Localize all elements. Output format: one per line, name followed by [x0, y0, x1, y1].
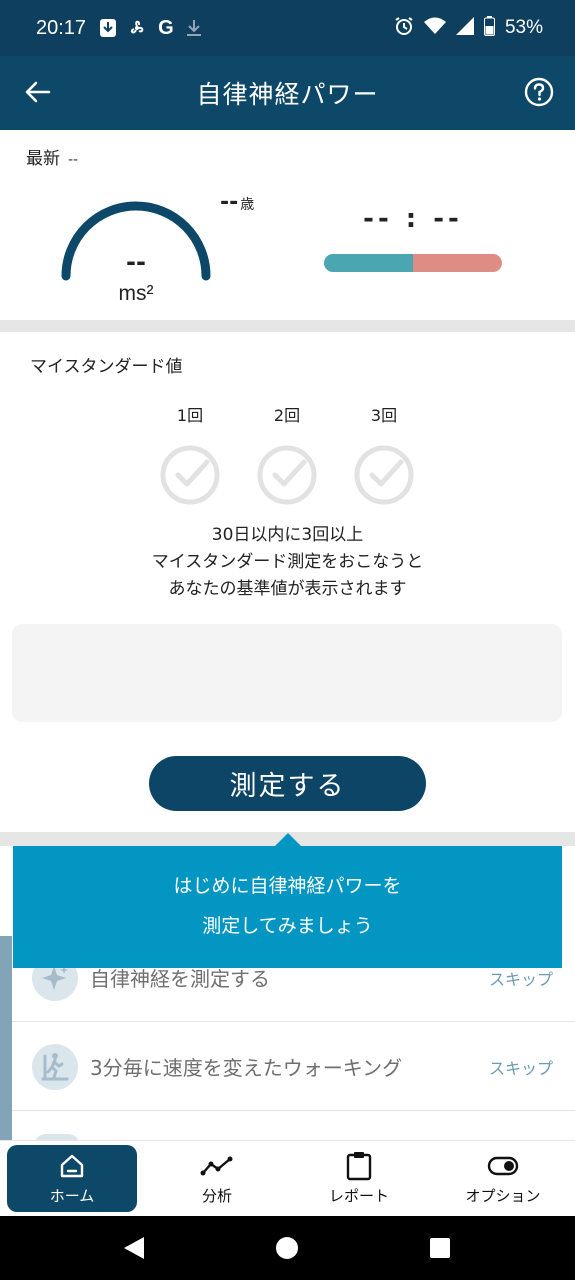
help-button[interactable]	[521, 74, 557, 110]
skip-link[interactable]: スキップ	[489, 966, 553, 990]
skip-link[interactable]: スキップ	[489, 1055, 553, 1079]
balance-text: -- : --	[363, 204, 463, 234]
page-title: 自律神経パワー	[196, 80, 379, 109]
age-value: --	[220, 190, 239, 215]
treadmill-icon	[32, 1043, 78, 1090]
power-value: --	[126, 248, 146, 276]
system-navigation-bar	[0, 1216, 575, 1280]
balance-bar	[324, 254, 502, 272]
info-line: 30日以内に3回以上	[211, 525, 364, 545]
analysis-icon	[200, 1151, 234, 1181]
nav-label: ホーム	[49, 1187, 95, 1205]
nav-options[interactable]: オプション	[438, 1145, 568, 1212]
circle-home-icon	[276, 1237, 298, 1259]
count-label: 2回	[273, 406, 301, 425]
arrow-left-icon	[25, 81, 51, 103]
nav-report[interactable]: レポート	[294, 1145, 424, 1212]
status-time: 20:17	[36, 16, 87, 39]
alarm-icon	[394, 16, 414, 41]
triangle-back-icon	[124, 1237, 144, 1259]
fan-icon	[128, 19, 146, 37]
tooltip-arrow	[274, 833, 302, 847]
latest-section: 最新 -- -- ms² -- 歳 -- : --	[0, 130, 575, 320]
task-list-accent	[0, 936, 12, 1142]
wifi-icon	[423, 17, 446, 40]
latest-date: --	[68, 152, 79, 168]
count-item-1: 1回	[150, 402, 230, 506]
nav-label: オプション	[465, 1187, 541, 1205]
nav-analysis[interactable]: 分析	[152, 1145, 282, 1212]
power-unit: ms²	[118, 282, 154, 305]
bottom-navigation: ホーム 分析 レポート オプション	[0, 1140, 575, 1216]
age-unit: 歳	[240, 197, 255, 213]
download-box-icon	[100, 19, 117, 37]
download-icon	[186, 19, 202, 37]
toggle-icon	[487, 1151, 519, 1181]
standard-value-box	[12, 624, 562, 722]
clipboard-icon	[346, 1151, 372, 1181]
google-icon: G	[158, 16, 174, 39]
latest-label: 最新 --	[26, 144, 78, 169]
count-label: 1回	[176, 406, 204, 425]
home-icon	[58, 1151, 86, 1181]
check-circle-icon	[257, 445, 317, 505]
system-recents-button[interactable]	[424, 1232, 456, 1264]
my-standard-info: 30日以内に3回以上 マイスタンダード測定をおこなうと あなたの基準値が表示され…	[0, 522, 575, 603]
count-item-3: 3回	[344, 402, 424, 506]
check-circle-icon	[160, 445, 220, 505]
check-circle-icon	[354, 445, 414, 505]
nav-home[interactable]: ホーム	[7, 1145, 137, 1212]
app-header: 自律神経パワー	[0, 56, 575, 130]
count-label: 3回	[370, 406, 398, 425]
battery-percent: 53%	[504, 17, 543, 38]
info-line: マイスタンダード測定をおこなうと	[151, 552, 424, 572]
section-divider	[0, 320, 575, 332]
tooltip-line: はじめに自律神経パワーを	[173, 875, 402, 897]
tooltip-line: 測定してみましょう	[202, 915, 373, 937]
system-home-button[interactable]	[271, 1232, 303, 1264]
age-display: -- 歳	[220, 190, 254, 215]
task-item-walking[interactable]: 3分毎に速度を変えたウォーキング スキップ	[12, 1023, 575, 1111]
nav-label: 分析	[201, 1187, 232, 1205]
onboarding-tooltip[interactable]: はじめに自律神経パワーを 測定してみましょう	[13, 846, 562, 968]
nav-label: レポート	[328, 1187, 389, 1205]
question-circle-icon	[524, 77, 554, 107]
info-line: あなたの基準値が表示されます	[168, 579, 407, 599]
measure-button[interactable]: 測定する	[149, 756, 426, 811]
signal-icon	[455, 16, 474, 40]
back-button[interactable]	[20, 74, 56, 110]
system-back-button[interactable]	[118, 1232, 150, 1264]
balance-bar-right	[413, 254, 502, 272]
balance-bar-left	[324, 254, 413, 272]
square-recents-icon	[430, 1238, 450, 1258]
status-bar: 20:17 G 53%	[0, 0, 575, 56]
latest-title: 最新	[26, 149, 60, 169]
count-item-2: 2回	[247, 402, 327, 506]
my-standard-section: マイスタンダード値 1回 2回 3回 30日以内に3回以上 マイスタンダード測定…	[0, 332, 575, 832]
task-label: 3分毎に速度を変えたウォーキング	[90, 1056, 403, 1080]
battery-icon	[483, 15, 495, 41]
my-standard-title: マイスタンダード値	[30, 357, 183, 377]
